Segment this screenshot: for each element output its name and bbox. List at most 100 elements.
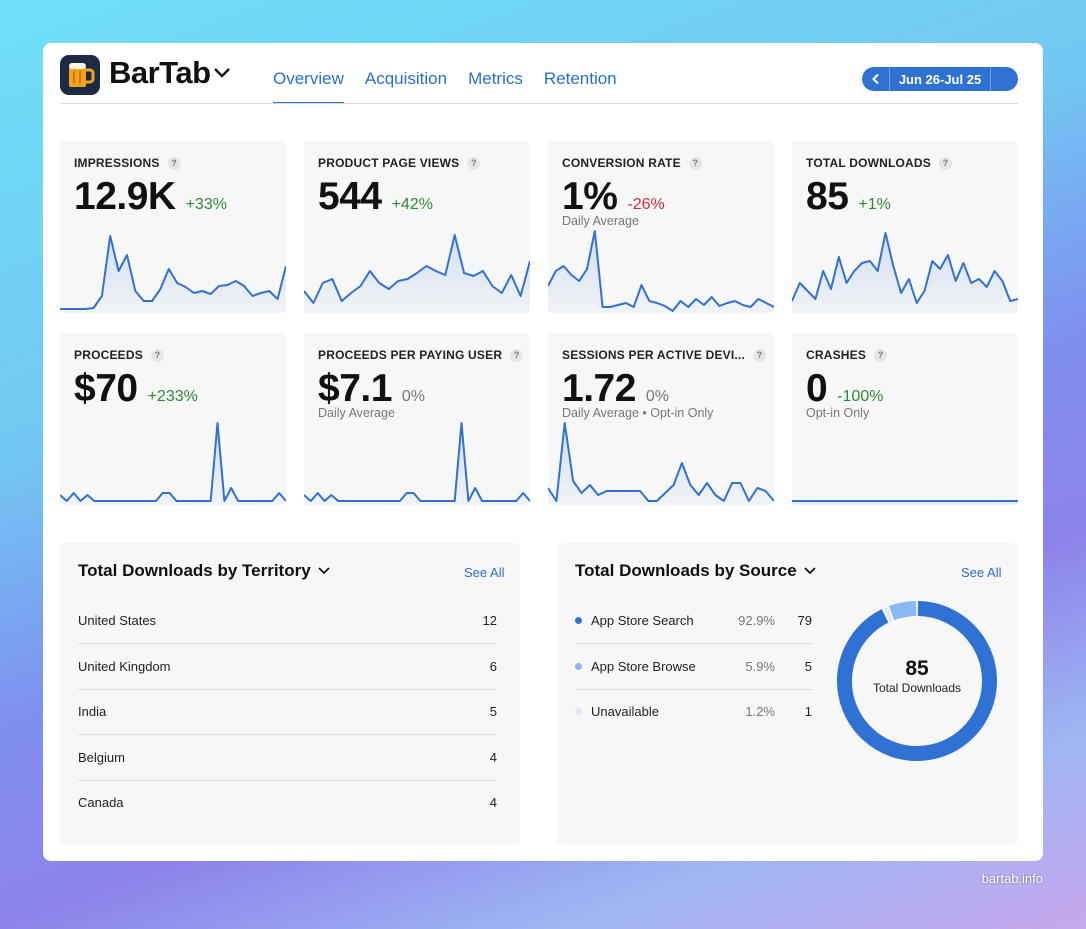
donut-segment[interactable] — [889, 601, 917, 621]
help-icon[interactable]: ? — [753, 348, 766, 362]
help-icon[interactable]: ? — [150, 348, 164, 362]
help-icon[interactable]: ? — [167, 156, 181, 170]
metric-label-text: CONVERSION RATE — [562, 156, 681, 170]
tab-metrics[interactable]: Metrics — [468, 69, 523, 104]
donut-center: 85 Total Downloads — [847, 657, 987, 695]
help-icon[interactable]: ? — [874, 348, 888, 362]
source-row[interactable]: Unavailable 1.2% 1 — [575, 690, 812, 735]
metric-change: +42% — [391, 196, 433, 213]
sparkline-area — [548, 231, 774, 313]
metric-change: -100% — [837, 388, 884, 405]
source-title[interactable]: Total Downloads by Source — [575, 561, 817, 581]
metric-label: TOTAL DOWNLOADS? — [806, 156, 952, 170]
next-period-button[interactable] — [990, 67, 1018, 91]
footer-url[interactable]: bartab.info — [982, 871, 1043, 886]
sparkline-line — [60, 422, 286, 502]
previous-period-button[interactable] — [862, 67, 890, 91]
donut-total-value: 85 — [905, 657, 929, 680]
source-count: 5 — [804, 658, 812, 674]
metric-card[interactable]: CONVERSION RATE? 1% -26% Daily Average — [548, 141, 774, 313]
metric-label: PRODUCT PAGE VIEWS? — [318, 156, 481, 170]
source-see-all-link[interactable]: See All — [961, 565, 1001, 580]
source-count: 1 — [804, 704, 812, 719]
territory-title[interactable]: Total Downloads by Territory — [78, 561, 331, 581]
metric-value: 85 — [806, 175, 849, 218]
chevron-down-icon — [804, 567, 816, 575]
metric-label-text: PROCEEDS — [74, 348, 143, 362]
territory-row[interactable]: United Kingdom 6 — [78, 645, 497, 690]
metric-value: 0 — [806, 367, 828, 410]
legend-dot — [575, 708, 582, 715]
help-icon[interactable]: ? — [467, 156, 481, 170]
donut-total-label: Total Downloads — [872, 681, 962, 695]
metric-value-row: 1% -26% — [562, 175, 665, 219]
metric-sparkline — [792, 232, 1018, 313]
metric-sparkline — [304, 234, 530, 313]
header-divider — [60, 103, 1018, 104]
dashboard-window: BarTab Overview Acquisition Metrics Rete… — [43, 43, 1043, 861]
date-range-label[interactable]: Jun 26-Jul 25 — [890, 72, 990, 87]
metric-card[interactable]: TOTAL DOWNLOADS? 85 +1% — [792, 141, 1018, 313]
territory-row[interactable]: India 5 — [78, 690, 497, 735]
metric-sparkline — [60, 422, 286, 505]
metric-sparkline — [548, 422, 774, 505]
tab-bar: Overview Acquisition Metrics Retention — [273, 69, 617, 104]
metric-value-row: 85 +1% — [806, 175, 891, 219]
source-panel: Total Downloads by Source See All App St… — [557, 543, 1018, 845]
territory-count: 4 — [489, 749, 497, 765]
metric-label: IMPRESSIONS? — [74, 156, 181, 170]
sparkline-area — [304, 423, 530, 505]
legend-dot — [575, 662, 582, 670]
app-title[interactable]: BarTab — [109, 55, 211, 91]
app-icon — [60, 55, 100, 95]
donut-segment[interactable] — [883, 606, 893, 622]
metric-sparkline — [792, 500, 1018, 505]
source-name: Unavailable — [591, 704, 659, 719]
metric-change: 0% — [401, 388, 426, 405]
metric-card[interactable]: PROCEEDS? $70 +233% — [60, 333, 286, 505]
help-icon[interactable]: ? — [688, 156, 702, 170]
help-icon[interactable]: ? — [510, 348, 524, 362]
tab-acquisition[interactable]: Acquisition — [365, 69, 447, 104]
source-row[interactable]: App Store Browse 5.9% 5 — [575, 645, 812, 690]
metric-label: PROCEEDS PER PAYING USER? — [318, 348, 524, 362]
territory-count: 12 — [482, 613, 497, 628]
metric-value: 1% — [562, 175, 618, 218]
metric-value-row: 12.9K +33% — [74, 175, 227, 219]
territory-count: 4 — [489, 795, 497, 810]
metric-card[interactable]: PROCEEDS PER PAYING USER? $7.1 0% Daily Ave… — [304, 333, 530, 505]
chevron-down-icon[interactable] — [212, 66, 232, 80]
source-percent: 5.9% — [745, 658, 775, 674]
sparkline-line — [304, 422, 530, 502]
territory-row[interactable]: United States 12 — [78, 599, 497, 644]
metric-value: 1.72 — [562, 367, 636, 410]
metric-value-row: 544 +42% — [318, 175, 433, 219]
metric-change: 0% — [645, 388, 670, 405]
metric-label: PROCEEDS? — [74, 348, 164, 362]
territory-row[interactable]: Canada 4 — [78, 781, 497, 826]
source-percent: 1.2% — [745, 704, 775, 719]
tab-overview[interactable]: Overview — [273, 69, 344, 104]
source-name: App Store Search — [591, 613, 694, 628]
tab-retention[interactable]: Retention — [544, 69, 617, 104]
sparkline-area — [792, 233, 1018, 313]
source-title-text: Total Downloads by Source — [575, 561, 797, 580]
help-icon[interactable]: ? — [939, 156, 952, 170]
territory-count: 5 — [489, 704, 497, 719]
territory-name: United States — [78, 613, 157, 628]
source-row[interactable]: App Store Search 92.9% 79 — [575, 599, 812, 644]
metric-card[interactable]: SESSIONS PER ACTIVE DEVI...? 1.72 0% Daily … — [548, 333, 774, 505]
source-percent: 92.9% — [738, 613, 775, 628]
date-range-picker: Jun 26-Jul 25 — [862, 67, 1018, 91]
territory-title-text: Total Downloads by Territory — [78, 561, 311, 580]
territory-name: India — [78, 704, 107, 719]
territory-row[interactable]: Belgium 4 — [78, 736, 497, 781]
metric-label-text: IMPRESSIONS — [74, 156, 160, 170]
metric-label-text: TOTAL DOWNLOADS — [806, 156, 931, 170]
metric-card[interactable]: IMPRESSIONS? 12.9K +33% — [60, 141, 286, 313]
metric-card[interactable]: PRODUCT PAGE VIEWS? 544 +42% — [304, 141, 530, 313]
metric-value-row: 0 -100% — [806, 367, 883, 411]
metric-card[interactable]: CRASHES? 0 -100% Opt-in Only — [792, 333, 1018, 505]
territory-see-all-link[interactable]: See All — [464, 565, 504, 580]
metric-label: CRASHES? — [806, 348, 888, 362]
